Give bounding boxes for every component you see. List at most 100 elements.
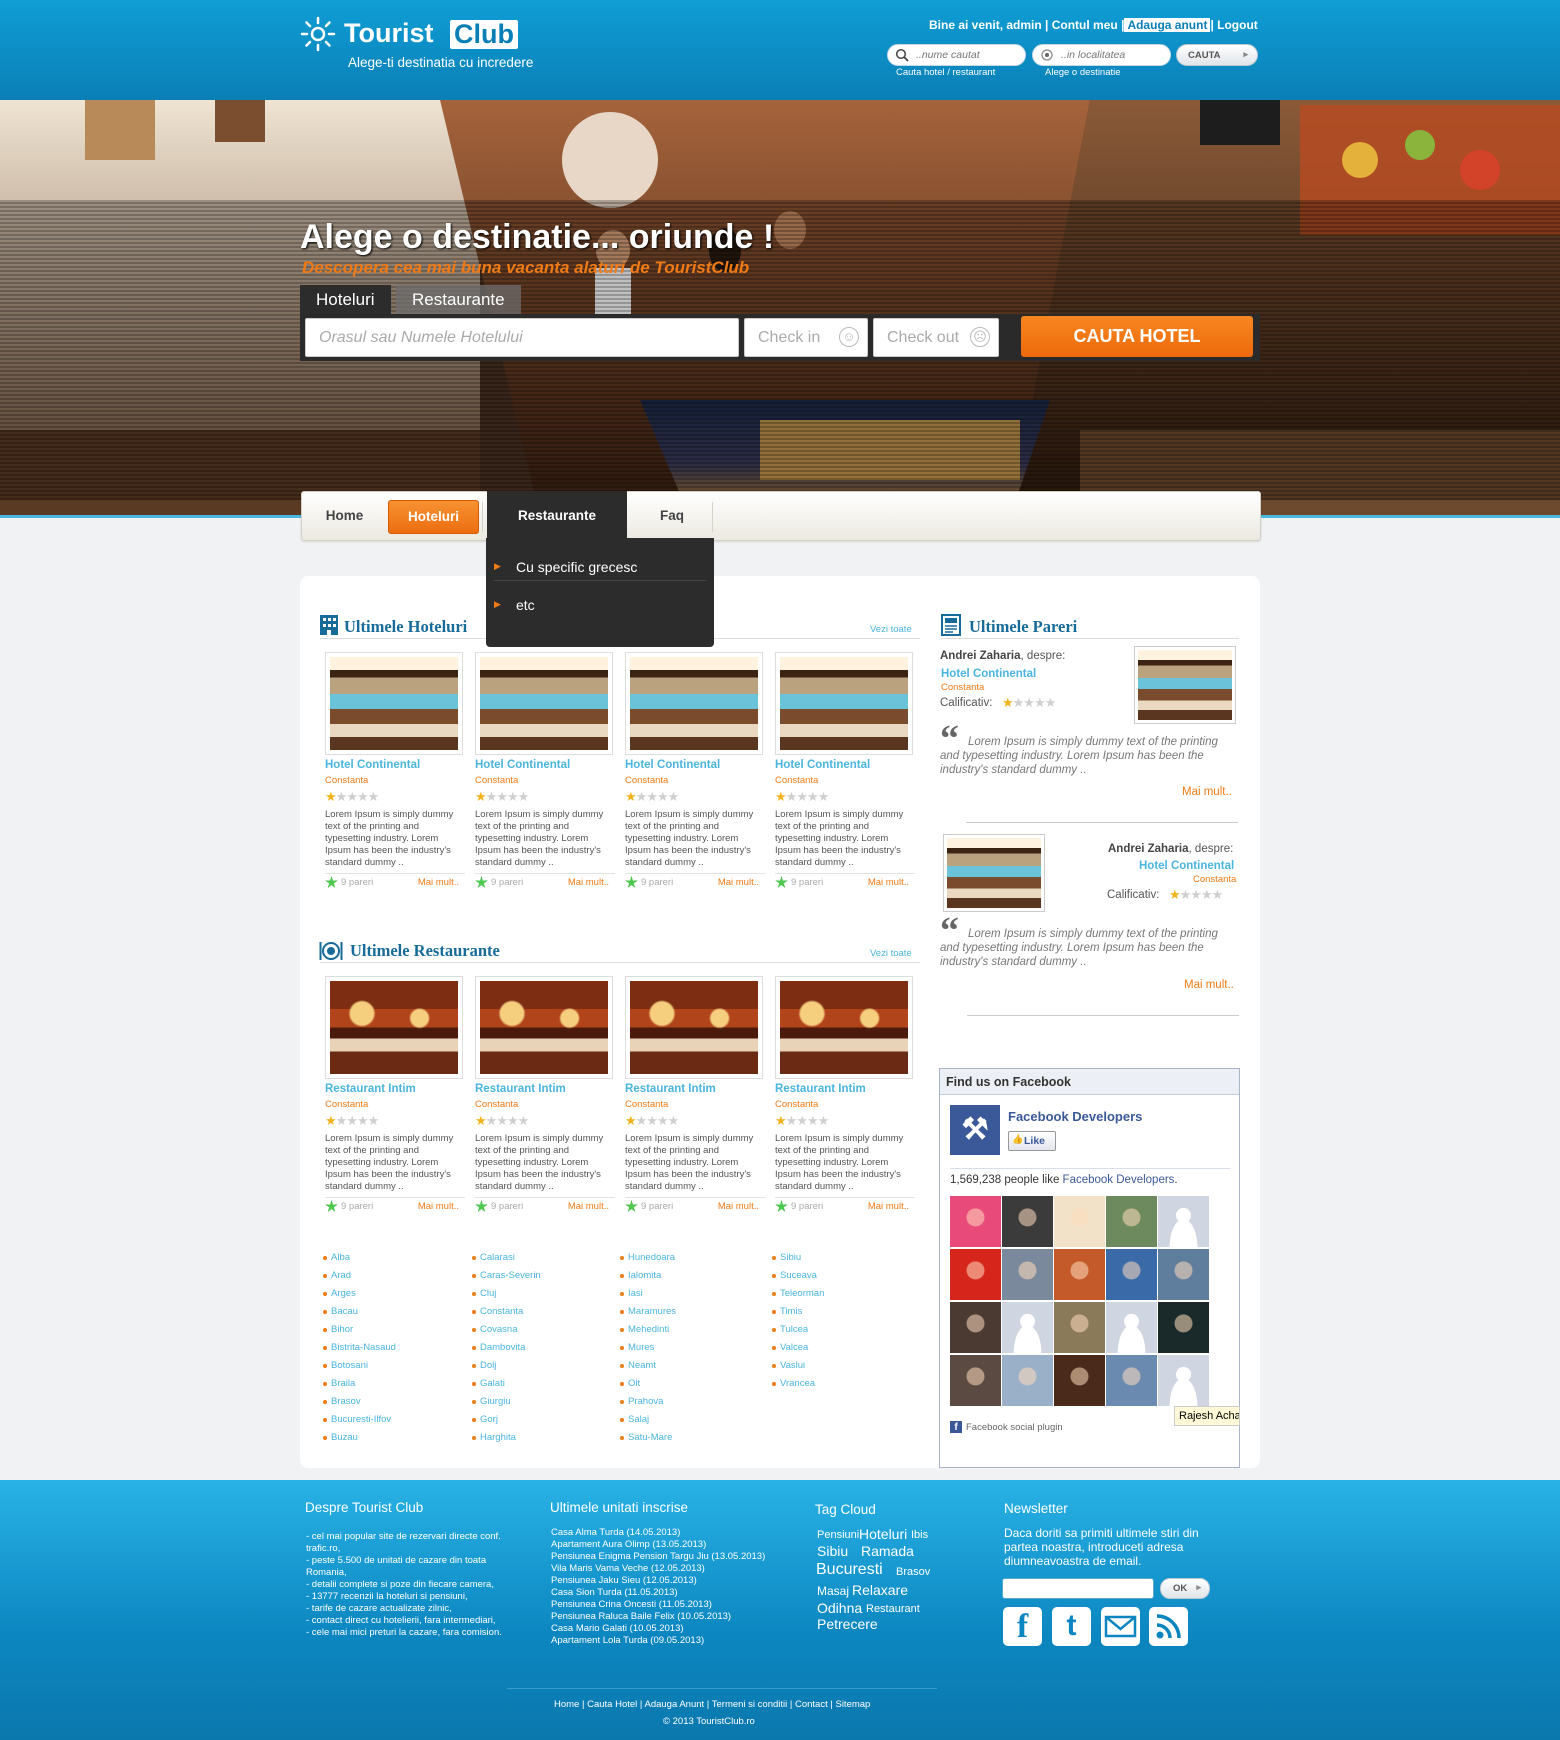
facebook-fan-avatar[interactable] [1106,1355,1157,1406]
restaurant-card[interactable]: Restaurant Intim Constanta ★★★★★ Lorem Ipsu… [625,976,765,1221]
name-search-input[interactable]: ..nume cautat [887,44,1026,66]
region-link[interactable]: Botosani [323,1360,368,1371]
region-link[interactable]: Gorj [472,1414,498,1425]
card-more-link[interactable]: Mai mult.. [868,1201,909,1212]
latest-unit-link[interactable]: Pensiunea Enigma Pension Targu Jiu (13.0… [551,1551,765,1563]
region-link[interactable]: Dolj [472,1360,496,1371]
facebook-plugin-label[interactable]: Facebook social plugin [950,1421,1063,1433]
facebook-fan-avatar[interactable] [1158,1355,1209,1406]
region-link[interactable]: Neamt [620,1360,656,1371]
card-reviews-count[interactable]: 9 pareri [325,1201,373,1212]
facebook-icon[interactable]: f [1003,1607,1042,1646]
card-more-link[interactable]: Mai mult.. [418,1201,459,1212]
region-link[interactable]: Constanta [472,1306,523,1317]
facebook-fan-avatar[interactable] [1106,1249,1157,1300]
region-link[interactable]: Maramures [620,1306,676,1317]
nav-hotels[interactable]: Hoteluri [388,500,479,534]
logo-text-club[interactable]: Club [450,20,518,49]
tab-restaurants[interactable]: Restaurante [396,285,521,314]
card-thumbnail[interactable] [475,976,613,1079]
facebook-fan-avatar[interactable] [1054,1196,1105,1247]
region-link[interactable]: Satu-Mare [620,1432,672,1443]
card-thumbnail[interactable] [775,652,913,755]
top-search-button[interactable]: CAUTA [1176,44,1258,66]
card-name-link[interactable]: Hotel Continental [625,759,720,771]
latest-unit-link[interactable]: Casa Alma Turda (14.05.2013) [551,1527,680,1539]
card-reviews-count[interactable]: 9 pareri [625,1201,673,1212]
region-link[interactable]: Prahova [620,1396,663,1407]
review-hotel-link[interactable]: Hotel Continental [941,668,1036,680]
region-link[interactable]: Galati [472,1378,505,1389]
add-listing-link[interactable]: Adauga anunt [1124,18,1211,32]
facebook-fan-avatar[interactable] [1106,1196,1157,1247]
region-link[interactable]: Mehedinti [620,1324,669,1335]
region-link[interactable]: Calarasi [472,1252,515,1263]
region-link[interactable]: Buzau [323,1432,358,1443]
dropdown-item-greek[interactable]: Cu specific grecesc [494,559,637,575]
hotel-card[interactable]: Hotel Continental Constanta ★★★★★ Lorem Ips… [475,652,615,897]
facebook-fan-avatar[interactable] [1054,1249,1105,1300]
tag-link[interactable]: Hoteluri [859,1526,907,1542]
nav-home[interactable]: Home [302,492,387,540]
facebook-fan-avatar[interactable] [1002,1196,1053,1247]
region-link[interactable]: Arad [323,1270,351,1281]
facebook-fan-avatar[interactable] [1002,1249,1053,1300]
latest-unit-link[interactable]: Apartament Lola Turda (09.05.2013) [551,1635,704,1647]
region-link[interactable]: Caras-Severin [472,1270,541,1281]
region-link[interactable]: Iasi [620,1288,643,1299]
review-thumbnail[interactable] [1134,646,1236,724]
region-link[interactable]: Harghita [472,1432,516,1443]
latest-unit-link[interactable]: Apartament Aura Olimp (13.05.2013) [551,1539,706,1551]
facebook-developers-logo-icon[interactable]: ⚒ [950,1105,1000,1155]
latest-unit-link[interactable]: Pensiunea Crina Oncesti (11.05.2013) [551,1599,712,1611]
region-link[interactable]: Vrancea [772,1378,815,1389]
latest-unit-link[interactable]: Pensiunea Jaku Sieu (12.05.2013) [551,1575,697,1587]
region-link[interactable]: Valcea [772,1342,808,1353]
hotel-card[interactable]: Hotel Continental Constanta ★★★★★ Lorem Ips… [775,652,915,897]
tag-link[interactable]: Masaj [817,1584,849,1598]
region-link[interactable]: Dambovita [472,1342,525,1353]
tag-link[interactable]: Bucuresti [816,1561,883,1579]
latest-unit-link[interactable]: Pensiunea Raluca Baile Felix (10.05.2013… [551,1611,731,1623]
review-more-link[interactable]: Mai mult.. [1184,979,1234,991]
region-link[interactable]: Bihor [323,1324,353,1335]
tag-link[interactable]: Brasov [896,1566,930,1578]
facebook-page-link[interactable]: Facebook Developers [1008,1109,1142,1124]
region-link[interactable]: Alba [323,1252,350,1263]
region-link[interactable]: Bistrita-Nasaud [323,1342,396,1353]
tag-link[interactable]: Relaxare [852,1582,908,1598]
card-more-link[interactable]: Mai mult.. [568,877,609,888]
region-link[interactable]: Vaslui [772,1360,805,1371]
hotel-card[interactable]: Hotel Continental Constanta ★★★★★ Lorem Ips… [625,652,765,897]
logout-link[interactable]: Logout [1217,18,1258,32]
facebook-fan-avatar[interactable] [950,1249,1001,1300]
card-name-link[interactable]: Restaurant Intim [625,1083,716,1095]
card-name-link[interactable]: Hotel Continental [325,759,420,771]
card-reviews-count[interactable]: 9 pareri [775,1201,823,1212]
card-name-link[interactable]: Hotel Continental [475,759,570,771]
tag-link[interactable]: Restaurant [866,1603,920,1615]
search-hotel-button[interactable]: CAUTA HOTEL [1021,316,1253,357]
card-reviews-count[interactable]: 9 pareri [775,877,823,888]
card-thumbnail[interactable] [325,652,463,755]
checkout-input[interactable]: Check out ☹ [873,318,999,357]
card-thumbnail[interactable] [775,976,913,1079]
card-thumbnail[interactable] [625,976,763,1079]
facebook-fan-avatar[interactable] [1106,1302,1157,1353]
region-link[interactable]: Ialomita [620,1270,661,1281]
card-name-link[interactable]: Hotel Continental [775,759,870,771]
card-thumbnail[interactable] [475,652,613,755]
newsletter-ok-button[interactable]: OK [1160,1578,1210,1599]
facebook-fan-avatar[interactable] [1054,1302,1105,1353]
region-link[interactable]: Timis [772,1306,802,1317]
region-link[interactable]: Hunedoara [620,1252,675,1263]
card-reviews-count[interactable]: 9 pareri [325,877,373,888]
region-link[interactable]: Covasna [472,1324,518,1335]
latest-unit-link[interactable]: Vila Maris Vama Veche (12.05.2013) [551,1563,705,1575]
my-account-link[interactable]: Contul meu [1052,18,1118,32]
restaurants-see-all-link[interactable]: Vezi toate [870,948,912,959]
card-more-link[interactable]: Mai mult.. [868,877,909,888]
review-more-link[interactable]: Mai mult.. [1182,786,1232,798]
checkin-input[interactable]: Check in ☺ [744,318,868,357]
dropdown-item-etc[interactable]: etc [494,597,534,613]
